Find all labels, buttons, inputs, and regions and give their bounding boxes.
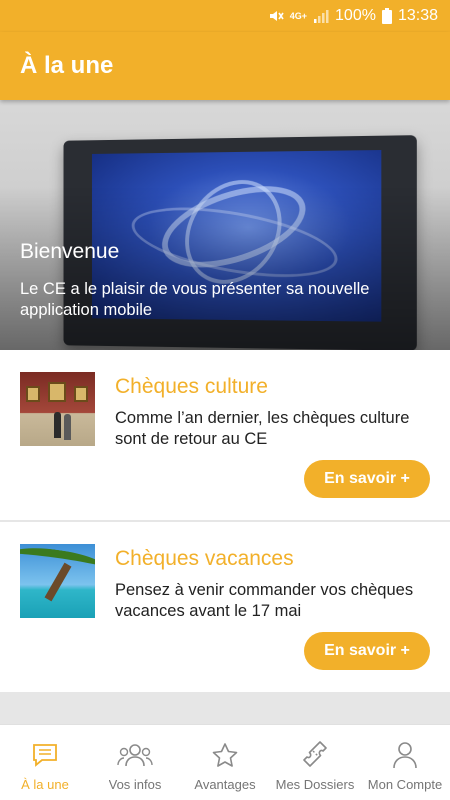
- nav-label: À la une: [21, 777, 69, 792]
- nav-item-avantages[interactable]: Avantages: [180, 725, 270, 800]
- nav-item-mes-dossiers[interactable]: Mes Dossiers: [270, 725, 360, 800]
- bottom-navigation: À la une Vos infos Avantages Mes Dossier…: [0, 724, 450, 800]
- card-description: Pensez à venir commander vos chèques vac…: [115, 581, 414, 620]
- account-icon: [391, 741, 419, 769]
- nav-item-a-la-une[interactable]: À la une: [0, 725, 90, 800]
- signal-icon: [313, 9, 329, 23]
- card-title: Chèques culture: [115, 375, 268, 398]
- ticket-icon: [301, 741, 329, 769]
- clock: 13:38: [397, 7, 438, 24]
- nav-item-mon-compte[interactable]: Mon Compte: [360, 725, 450, 800]
- people-icon: [116, 741, 154, 769]
- star-icon: [211, 741, 239, 769]
- learn-more-button[interactable]: En savoir +: [304, 632, 430, 670]
- app-bar: À la une: [0, 32, 450, 100]
- card-title: Chèques vacances: [115, 547, 294, 570]
- hero-title: Bienvenue: [20, 240, 120, 263]
- status-bar: 4G+ 100% 13:38: [0, 0, 450, 32]
- nav-label: Avantages: [194, 777, 256, 792]
- battery-percent: 100%: [335, 7, 376, 24]
- news-icon: [31, 741, 59, 769]
- museum-image: [20, 372, 95, 446]
- nav-item-vos-infos[interactable]: Vos infos: [90, 725, 180, 800]
- learn-more-button[interactable]: En savoir +: [304, 460, 430, 498]
- hero-text: Le CE a le plaisir de vous présenter sa …: [20, 280, 370, 319]
- nav-label: Mes Dossiers: [275, 777, 355, 792]
- battery-icon: [381, 8, 392, 24]
- beach-image: [20, 544, 95, 618]
- news-card-culture[interactable]: Chèques culture Comme l’an dernier, les …: [0, 350, 450, 520]
- page-title: À la une: [20, 52, 114, 79]
- nav-label: Mon Compte: [367, 777, 443, 792]
- nav-label: Vos infos: [108, 777, 162, 792]
- mute-icon: [268, 8, 284, 24]
- hero-banner[interactable]: Bienvenue Le CE a le plaisir de vous pré…: [0, 100, 450, 350]
- network-type: 4G+: [289, 11, 308, 21]
- card-description: Comme l’an dernier, les chèques culture …: [115, 409, 410, 448]
- news-card-vacances[interactable]: Chèques vacances Pensez à venir commande…: [0, 522, 450, 692]
